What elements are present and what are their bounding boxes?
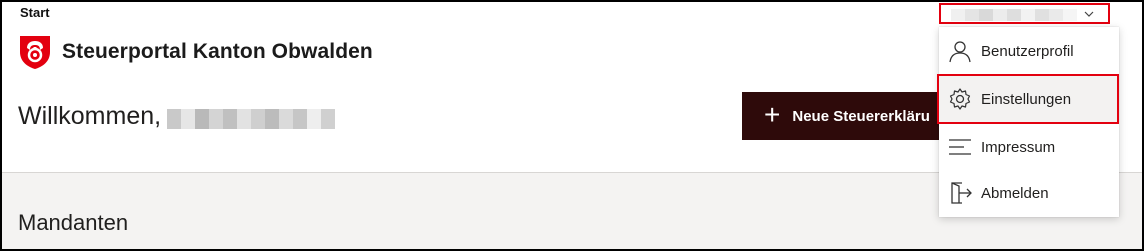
menu-item-benutzerprofil[interactable]: Benutzerprofil <box>939 27 1119 75</box>
obwalden-coat-of-arms-icon <box>20 36 50 69</box>
redacted-account-name <box>951 9 1077 21</box>
sign-out-icon <box>947 180 973 206</box>
breadcrumb[interactable]: Start <box>20 5 50 20</box>
chevron-down-icon <box>1084 11 1094 17</box>
menu-item-label: Impressum <box>981 138 1056 156</box>
redacted-user-name <box>167 108 336 129</box>
account-dropdown-menu: Benutzerprofil Einstellungen Impressum A… <box>939 27 1119 217</box>
menu-item-einstellungen[interactable]: Einstellungen <box>939 75 1119 123</box>
menu-item-label: Einstellungen <box>981 90 1072 108</box>
gear-icon <box>947 86 973 112</box>
brand-header[interactable]: Steuerportal Kanton Obwalden <box>18 34 373 70</box>
welcome-heading: Willkommen, <box>18 102 336 131</box>
account-menu-trigger[interactable] <box>939 3 1110 24</box>
welcome-label: Willkommen, <box>18 102 162 130</box>
person-icon <box>947 38 973 64</box>
menu-item-label: Abmelden <box>981 184 1049 202</box>
section-title: Mandanten <box>18 210 129 235</box>
new-tax-return-button[interactable]: + Neue Steuererkläru <box>742 92 952 140</box>
menu-item-impressum[interactable]: Impressum <box>939 123 1119 171</box>
menu-item-label: Benutzerprofil <box>981 42 1074 60</box>
plus-icon: + <box>764 98 781 130</box>
app-frame: Start Steuerportal Kanton Obwalden Willk… <box>0 0 1144 251</box>
menu-item-abmelden[interactable]: Abmelden <box>939 169 1119 217</box>
lines-icon <box>947 134 973 160</box>
app-title: Steuerportal Kanton Obwalden <box>62 40 373 63</box>
new-tax-return-label: Neue Steuererkläru <box>792 107 930 125</box>
